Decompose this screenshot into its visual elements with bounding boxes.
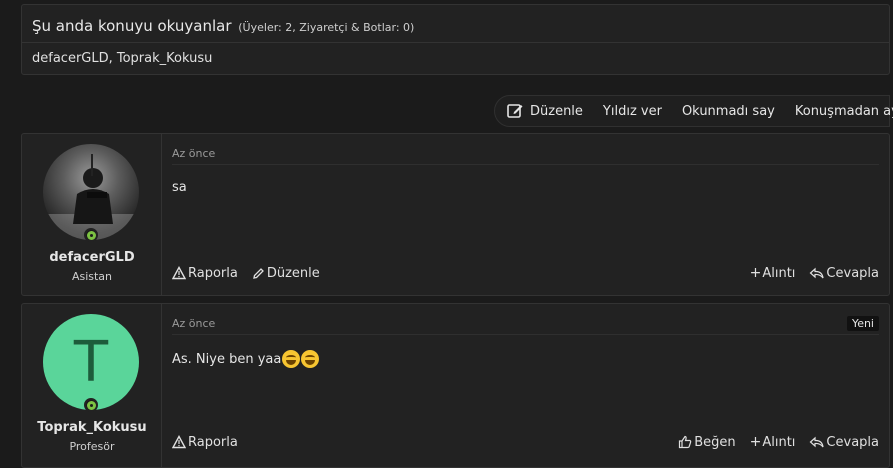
post-user-role: Profesör — [69, 440, 115, 453]
post-user-info: T Toprak_Kokusu Profesör — [22, 304, 162, 467]
report-label: Raporla — [188, 265, 238, 281]
soldier-avatar-image — [43, 154, 139, 240]
post-item: T Toprak_Kokusu Profesör Az önce Yeni As… — [21, 303, 890, 468]
avatar[interactable]: T — [43, 314, 139, 410]
post-user-info: defacerGLD Asistan — [22, 134, 162, 295]
thumbs-up-icon — [679, 435, 692, 449]
plus-icon: + — [749, 434, 762, 450]
current-readers-title: Şu anda konuyu okuyanlar — [32, 17, 232, 35]
edit-post-button[interactable]: Düzenle — [252, 265, 320, 281]
post-time[interactable]: Az önce — [172, 147, 215, 160]
grinning-sweat-emoji — [282, 350, 301, 368]
like-button[interactable]: Beğen — [678, 434, 736, 450]
laughing-tears-emoji — [301, 350, 320, 368]
post-actions: Raporla Düzenle + Alıntı Cevapla — [172, 265, 879, 281]
quote-button[interactable]: + Alıntı — [750, 434, 796, 450]
post-time[interactable]: Az önce — [172, 317, 215, 330]
post-meta: Az önce Yeni — [172, 316, 879, 335]
plus-icon: + — [749, 265, 762, 281]
like-label: Beğen — [694, 434, 736, 450]
post-username[interactable]: Toprak_Kokusu — [22, 420, 162, 435]
new-badge: Yeni — [846, 316, 879, 331]
post-text: sa — [172, 180, 187, 195]
post-meta: Az önce — [172, 147, 879, 165]
current-readers-panel: Şu anda konuyu okuyanlar (Üyeler: 2, Ziy… — [21, 4, 890, 75]
thread-toolbar: Düzenle Yıldız ver Okunmadı say Konuşmad… — [494, 95, 893, 127]
post-user-role: Asistan — [71, 270, 113, 283]
quote-button[interactable]: + Alıntı — [750, 265, 796, 281]
rate-thread-button[interactable]: Yıldız ver — [593, 96, 672, 126]
reply-button[interactable]: Cevapla — [809, 434, 879, 450]
online-status-icon — [84, 398, 98, 412]
pencil-icon — [253, 267, 264, 279]
quote-label: Alıntı — [762, 265, 796, 281]
report-button[interactable]: Raporla — [172, 434, 238, 450]
edit-thread-button[interactable]: Düzenle — [504, 96, 593, 126]
post-content: As. Niye ben yaa — [172, 350, 320, 368]
post-content: sa — [172, 180, 187, 195]
post-item: defacerGLD Asistan Az önce sa Raporla Dü… — [21, 133, 890, 296]
warning-icon — [172, 435, 186, 449]
post-text: As. Niye ben yaa — [172, 351, 282, 367]
current-readers-list[interactable]: defacerGLD, Toprak_Kokusu — [22, 43, 889, 74]
avatar[interactable] — [43, 144, 139, 240]
edit-icon — [507, 104, 523, 118]
reply-label: Cevapla — [826, 265, 879, 281]
reply-button[interactable]: Cevapla — [809, 265, 879, 281]
current-readers-header: Şu anda konuyu okuyanlar (Üyeler: 2, Ziy… — [22, 5, 889, 43]
post-username[interactable]: defacerGLD — [22, 250, 162, 265]
current-readers-counts: (Üyeler: 2, Ziyaretçi & Botlar: 0) — [238, 21, 415, 34]
quote-label: Alıntı — [762, 434, 796, 450]
edit-post-label: Düzenle — [266, 265, 320, 281]
mark-unread-button[interactable]: Okunmadı say — [672, 96, 785, 126]
edit-thread-label: Düzenle — [530, 103, 583, 119]
report-button[interactable]: Raporla — [172, 265, 238, 281]
report-label: Raporla — [188, 434, 238, 450]
leave-thread-button[interactable]: Konuşmadan ayrıl — [785, 96, 893, 126]
warning-icon — [172, 266, 186, 280]
online-status-icon — [84, 228, 98, 242]
reply-icon — [810, 267, 825, 278]
post-actions: Raporla Beğen + Alıntı Cevapla — [172, 434, 879, 450]
reply-icon — [810, 436, 825, 447]
reply-label: Cevapla — [826, 434, 879, 450]
